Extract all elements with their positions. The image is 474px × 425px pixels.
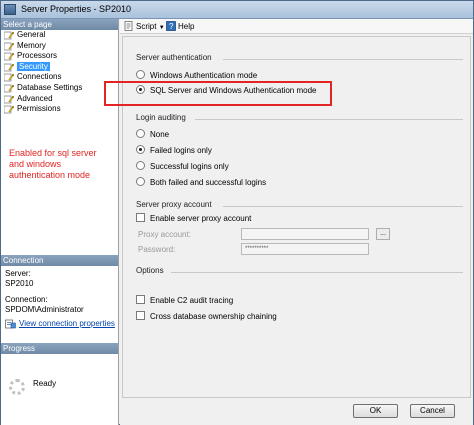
connection-info: Server: SP2010 Connection: SPDOM\Adminis… [5,269,115,329]
cancel-button[interactable]: Cancel [410,404,455,418]
server-value: SP2010 [5,279,34,288]
highlight-box [104,81,332,106]
ok-button[interactable]: OK [353,404,398,418]
page-wrench-icon [4,31,14,40]
c2-audit-label: Enable C2 audit tracing [150,296,234,305]
page-list: General Memory Processors Security Conne… [1,30,118,115]
script-icon [124,21,133,31]
page-item-label: Advanced [17,93,53,103]
window-icon [4,4,16,15]
page-item-general[interactable]: General [1,30,118,41]
connection-label: Connection: [5,295,48,304]
title-bar[interactable]: Server Properties - SP2010 [1,1,473,19]
audit-none-option[interactable]: None [136,129,169,140]
page-item-processors[interactable]: Processors [1,51,118,62]
page-item-label: Permissions [17,104,61,114]
svg-text:?: ? [169,22,174,31]
progress-spinner-icon [9,379,25,395]
audit-both-label: Both failed and successful logins [150,178,267,187]
view-connection-properties-link[interactable]: View connection properties [5,319,115,329]
proxy-header: Server proxy account [136,200,212,209]
radio-button[interactable] [136,177,145,187]
page-item-database-settings[interactable]: Database Settings [1,83,118,94]
login-auditing-header: Login auditing [136,113,186,122]
page-item-label: Connections [17,72,62,82]
progress-header: Progress [1,343,118,354]
password-label: Password: [138,245,176,254]
window-title: Server Properties - SP2010 [21,4,132,14]
select-page-header: Select a page [1,19,118,30]
audit-successful-option[interactable]: Successful logins only [136,161,229,172]
audit-failed-option[interactable]: Failed logins only [136,145,212,156]
page-item-label: Database Settings [17,82,83,92]
audit-none-label: None [150,130,170,139]
radio-button[interactable] [136,129,145,139]
page-item-label: Memory [17,40,46,50]
server-label: Server: [5,269,31,278]
divider [195,119,463,120]
audit-successful-label: Successful logins only [150,162,229,171]
page-wrench-icon [4,42,14,50]
cross-db-label: Cross database ownership chaining [150,312,277,321]
connection-header: Connection [1,255,118,266]
divider [223,59,463,60]
chevron-down-icon[interactable]: ▼ [159,25,165,31]
dialog-buttons: OK Cancel [120,401,473,425]
page-item-label: Processors [17,51,58,61]
c2-audit-option[interactable]: Enable C2 audit tracing [136,295,233,306]
proxy-account-label: Proxy account: [138,230,191,239]
help-label: Help [178,22,195,31]
page-item-connections[interactable]: Connections [1,72,118,83]
help-button[interactable]: ? Help [166,21,194,32]
page-wrench-icon [4,105,14,114]
checkbox[interactable] [136,213,145,223]
radio-button[interactable] [136,70,145,80]
enable-proxy-label: Enable server proxy account [150,214,252,223]
password-input[interactable]: ********** [241,243,369,255]
page-item-security[interactable]: Security [1,61,118,73]
windows-auth-label: Windows Authentication mode [150,71,258,80]
checkbox[interactable] [136,295,145,305]
annotation-note: Enabled for sql server and windows authe… [9,148,97,180]
page-wrench-icon [4,63,14,72]
connection-value: SPDOM\Administrator [5,305,84,314]
audit-failed-label: Failed logins only [150,146,212,155]
page-item-memory[interactable]: Memory [1,41,118,52]
windows-auth-option[interactable]: Windows Authentication mode [136,70,257,81]
page-item-advanced[interactable]: Advanced [1,94,118,105]
checkbox[interactable] [136,311,145,321]
properties-icon [5,319,16,329]
audit-both-option[interactable]: Both failed and successful logins [136,177,266,188]
page-item-permissions[interactable]: Permissions [1,104,118,115]
page-wrench-icon [4,52,14,61]
page-wrench-icon [4,73,14,82]
divider [223,206,463,207]
right-pane: Script ▼ ? Help Server authentication Win… [120,19,473,400]
divider [171,272,463,273]
enable-proxy-option[interactable]: Enable server proxy account [136,213,251,224]
left-pane: Select a page General Memory Processors … [1,19,119,425]
toolbar: Script ▼ ? Help [120,19,473,34]
proxy-account-input[interactable] [241,228,369,240]
browse-button[interactable]: ... [376,228,390,240]
cross-db-option[interactable]: Cross database ownership chaining [136,311,277,322]
server-auth-header: Server authentication [136,53,212,62]
radio-button[interactable] [136,161,145,171]
page-wrench-icon [4,84,14,93]
script-label: Script [136,22,157,31]
radio-button-selected[interactable] [136,145,145,155]
progress-status: Ready [33,379,57,388]
page-item-label: General [17,30,46,39]
options-header: Options [136,266,164,275]
server-properties-window: Server Properties - SP2010 Select a page… [0,0,474,425]
view-connection-link-text: View connection properties [19,319,115,328]
help-icon: ? [166,21,176,31]
page-wrench-icon [4,95,14,103]
page-item-label: Security [17,61,50,71]
script-button[interactable]: Script ▼ [124,21,165,32]
